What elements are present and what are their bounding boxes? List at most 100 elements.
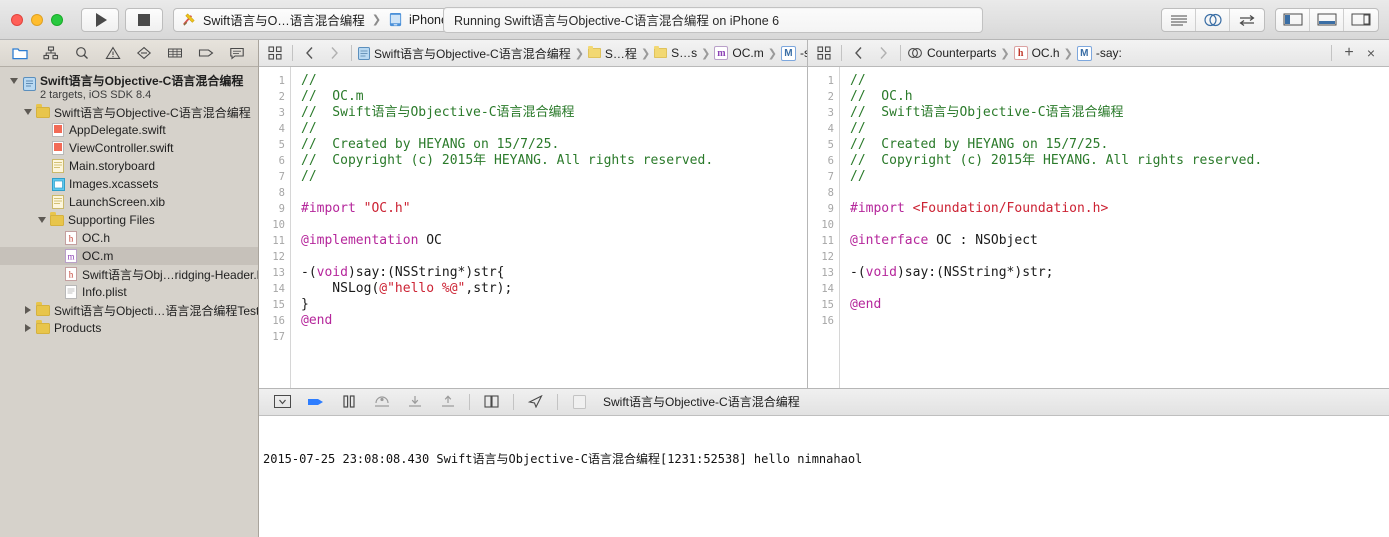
line-number: 9 — [827, 203, 834, 215]
assistant-source-code[interactable]: //// OC.h// Swift语言与Objective-C语言混合编程///… — [840, 67, 1389, 388]
tree-row-file[interactable]: AppDelegate.swift — [0, 121, 258, 139]
breadcrumb-symbol[interactable]: M -say: — [780, 45, 807, 61]
tree-row-file[interactable]: h Swift语言与Obj…ridging-Header.h — [0, 265, 258, 283]
assistant-editor-button[interactable] — [1196, 8, 1230, 31]
close-window-button[interactable] — [11, 13, 23, 26]
tree-row-group[interactable]: Swift语言与Objecti…语言混合编程Tests — [0, 301, 258, 319]
line-number: 7 — [278, 171, 285, 183]
sidebar-tab-report-navigator[interactable] — [221, 42, 252, 64]
code-token: @implementation — [301, 233, 419, 248]
breadcrumb-group-1[interactable]: S…程 — [587, 45, 637, 62]
stop-button[interactable] — [125, 7, 163, 32]
step-over-button[interactable] — [366, 391, 397, 413]
close-assistant-editor-button[interactable]: × — [1362, 45, 1384, 61]
zoom-window-button[interactable] — [51, 13, 63, 26]
primary-gutter-line-numbers: 1 2 3 4 5 6 7 8 9 10 11 12 13 14 15 16 17 — [259, 67, 291, 388]
breadcrumb-project[interactable]: Swift语言与Objective-C语言混合编程 — [358, 45, 571, 62]
back-button[interactable] — [299, 46, 321, 60]
hide-debug-area-button[interactable] — [267, 391, 298, 413]
related-items-icon[interactable] — [813, 46, 835, 60]
breadcrumb-label: Swift语言与Objective-C语言混合编程 — [374, 46, 571, 61]
scheme-selector[interactable]: Swift语言与O…语言混合编程 ❯ iPhone 6 — [173, 7, 468, 32]
sidebar-tab-symbol-navigator[interactable] — [66, 42, 97, 64]
folder-icon — [36, 302, 50, 317]
toggle-debug-area-button[interactable] — [1310, 8, 1344, 31]
tree-row-file[interactable]: Images.xcassets — [0, 175, 258, 193]
minimize-window-button[interactable] — [31, 13, 43, 26]
method-icon: M — [780, 45, 796, 61]
search-icon — [75, 47, 88, 59]
folder-icon — [50, 212, 64, 227]
toggle-utilities-button[interactable] — [1344, 9, 1378, 31]
tree-row-group[interactable]: Products — [0, 319, 258, 337]
disclosure-triangle[interactable] — [22, 324, 33, 332]
line-number: 2 — [827, 91, 834, 103]
sidebar-tab-debug-navigator[interactable] — [159, 42, 190, 64]
project-navigator-tree[interactable]: Swift语言与Objective-C语言混合编程 2 targets, iOS… — [0, 67, 258, 537]
breadcrumb-group-2[interactable]: S…s — [654, 46, 697, 60]
tree-row-file[interactable]: h OC.h — [0, 229, 258, 247]
code-line: // — [301, 169, 807, 185]
svg-text:h: h — [69, 234, 74, 244]
code-line: #import "OC.h" — [301, 201, 807, 217]
tree-row-file-selected[interactable]: m OC.m — [0, 247, 258, 265]
primary-editor-code-area[interactable]: 1 2 3 4 5 6 7 8 9 10 11 12 13 14 15 16 17 //// OC.m// Sw… — [259, 67, 807, 388]
disclosure-triangle[interactable] — [36, 217, 47, 223]
sidebar-tab-project-navigator[interactable] — [4, 42, 35, 64]
tree-label-file: OC.h — [82, 231, 111, 245]
toggle-navigator-button[interactable] — [1276, 8, 1310, 31]
disclosure-triangle[interactable] — [8, 78, 19, 84]
disclosure-triangle[interactable] — [22, 306, 33, 314]
tree-row-group[interactable]: Supporting Files — [0, 211, 258, 229]
related-items-icon[interactable] — [264, 46, 286, 60]
step-into-button[interactable] — [399, 391, 430, 413]
tree-row-file[interactable]: Main.storyboard — [0, 157, 258, 175]
xib-icon — [51, 195, 65, 209]
step-out-button[interactable] — [432, 391, 463, 413]
console-output[interactable]: 2015-07-25 23:08:08.430 Swift语言与Objectiv… — [259, 415, 1389, 537]
tree-label-file: Main.storyboard — [69, 159, 156, 173]
sidebar-tab-issue-navigator[interactable] — [97, 42, 128, 64]
breadcrumb-counterparts[interactable]: Counterparts — [907, 46, 996, 60]
view-debugging-button[interactable] — [476, 391, 507, 413]
tree-row-group[interactable]: Swift语言与Objective-C语言混合编程 — [0, 103, 258, 121]
tree-row-file[interactable]: LaunchScreen.xib — [0, 193, 258, 211]
code-token: // Created by HEYANG on 15/7/25. — [850, 137, 1109, 152]
tree-row-file[interactable]: ViewController.swift — [0, 139, 258, 157]
breadcrumb-file[interactable]: m OC.m — [714, 46, 764, 60]
simulate-location-button[interactable] — [520, 391, 551, 413]
disclosure-triangle[interactable] — [22, 109, 33, 115]
speech-bubble-icon — [229, 47, 244, 60]
pause-button[interactable] — [333, 391, 364, 413]
standard-editor-button[interactable] — [1162, 8, 1196, 31]
version-editor-button[interactable] — [1230, 9, 1264, 31]
warning-icon — [104, 46, 121, 59]
assistant-editor-code-area[interactable]: 1 2 3 4 5 6 7 8 9 10 11 12 13 14 15 16 //// OC.h// Swif… — [808, 67, 1389, 388]
sidebar-tab-source-control[interactable] — [35, 42, 66, 64]
tree-row-file[interactable]: Info.plist — [0, 283, 258, 301]
tree-row-project[interactable]: Swift语言与Objective-C语言混合编程 2 targets, iOS… — [0, 73, 258, 103]
primary-source-code[interactable]: //// OC.m// Swift语言与Objective-C语言混合编程///… — [291, 67, 807, 388]
add-assistant-editor-button[interactable]: + — [1338, 44, 1360, 62]
line-number: 6 — [278, 155, 285, 167]
continue-button[interactable] — [300, 391, 331, 413]
code-line: @implementation OC — [301, 233, 807, 249]
line-number: 9 — [278, 203, 285, 215]
back-button[interactable] — [848, 46, 870, 60]
line-number: 8 — [827, 187, 834, 199]
breadcrumb-symbol[interactable]: M -say: — [1076, 45, 1122, 61]
sidebar-tab-test-navigator[interactable] — [128, 42, 159, 64]
sidebar-tab-breakpoint-navigator[interactable] — [190, 42, 221, 64]
code-token: // Created by HEYANG on 15/7/25. — [301, 137, 560, 152]
breadcrumb-file[interactable]: h OC.h — [1013, 46, 1060, 60]
run-button[interactable] — [81, 7, 119, 32]
line-number: 16 — [272, 315, 285, 327]
storyboard-icon — [51, 159, 65, 173]
forward-button[interactable] — [323, 46, 345, 60]
code-line: -(void)say:(NSString*)str; — [850, 265, 1389, 281]
breadcrumb-label: S…s — [671, 46, 698, 60]
forward-button[interactable] — [872, 46, 894, 60]
interlocking-circles-icon — [1203, 13, 1222, 26]
chevron-right-icon: ❯ — [1063, 47, 1073, 60]
